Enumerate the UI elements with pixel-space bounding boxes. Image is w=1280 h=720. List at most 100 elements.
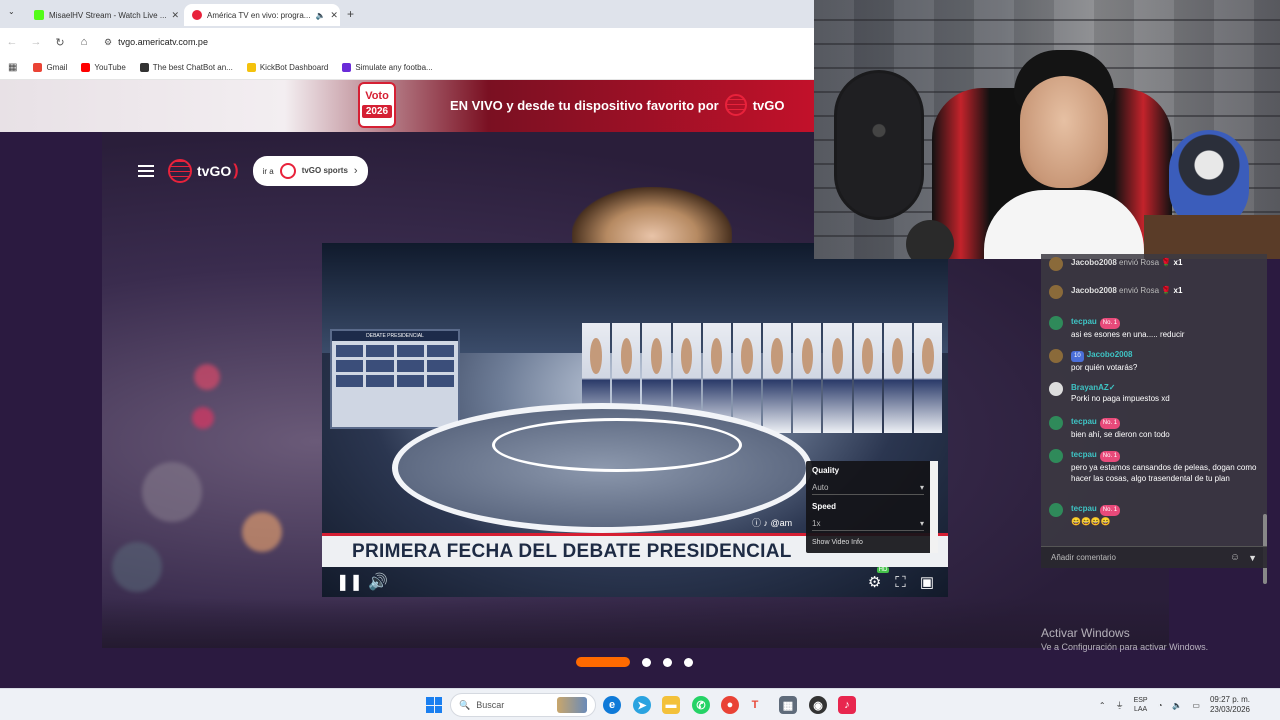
tab-misaelhv[interactable]: MisaelHV Stream - Watch Live ... ✕ [26, 4, 180, 26]
chrome-icon[interactable]: ● [721, 696, 739, 714]
carousel-dot-active[interactable] [576, 657, 630, 667]
rose-icon: 🌹 [1161, 258, 1172, 267]
bookmark-gmail[interactable]: Gmail [33, 63, 67, 72]
tab-americatv[interactable]: América TV en vivo: progra... 🔈 ✕ [184, 4, 340, 26]
typora-icon[interactable]: T [746, 696, 764, 714]
battery-icon[interactable]: ▭ [1192, 701, 1200, 710]
gmail-icon [33, 63, 43, 72]
windows-activation-watermark: Activar Windows Ve a Configuración para … [1041, 626, 1209, 652]
edge-icon[interactable]: e [603, 696, 621, 714]
tvgo-logo[interactable]: tvGO ) [168, 159, 239, 183]
file-explorer-icon[interactable]: ▬ [662, 696, 680, 714]
tvgo-sports-link[interactable]: ir a tvGO sports › [252, 156, 368, 186]
americatv-favicon-icon [192, 10, 202, 20]
voto-2026-badge: Voto 2026 [358, 82, 396, 128]
globe-icon [168, 159, 192, 183]
volume-icon[interactable]: 🔊 [368, 572, 400, 592]
volume-icon[interactable]: 🔈 [1172, 701, 1182, 710]
avatar [1049, 316, 1063, 330]
chatbot-icon [139, 63, 149, 72]
tab-close-icon[interactable]: ✕ [172, 10, 180, 21]
fan-image [834, 70, 924, 220]
emoji-icon[interactable]: ☺ [1230, 552, 1240, 563]
chat-message: Jacobo2008 envió Rosa 🌹 x1 [1049, 285, 1259, 299]
folder-icon [246, 63, 256, 72]
show-video-info-link[interactable]: Show Video Info [812, 539, 863, 546]
telegram-icon[interactable]: ➤ [633, 696, 651, 714]
carousel-dot[interactable] [684, 657, 693, 667]
chat-message: BrayanAZ✓ Porki no paga impuestos xd [1049, 382, 1259, 404]
quality-select[interactable]: Auto [812, 483, 924, 495]
forward-icon[interactable]: → [24, 36, 48, 48]
apps-grid-icon[interactable]: ▦ [8, 62, 17, 73]
fullscreen-icon[interactable]: ⛶ [895, 574, 906, 591]
chevron-right-icon: › [353, 165, 358, 177]
bookmark-youtube[interactable]: YouTube [81, 63, 126, 72]
youtube-icon [81, 63, 91, 72]
site-header: tvGO ) ir a tvGO sports › [138, 156, 368, 186]
windows-start-icon[interactable] [426, 697, 442, 713]
chat-message: Jacobo2008 envió Rosa 🌹 x1 [1049, 257, 1259, 271]
social-handle: ⓘ ♪ @am [752, 518, 793, 528]
avatar [1049, 449, 1063, 463]
calculator-icon[interactable]: ▦ [779, 696, 797, 714]
speaker-icon[interactable]: 🔈 [315, 11, 325, 20]
americatv-globe-icon [724, 94, 747, 116]
chat-message: 10 Jacobo2008 por quién votarás? [1049, 349, 1259, 373]
search-icon: 🔍 [459, 699, 471, 710]
player-controls: ❚❚ 🔊 ⚙ ⛶ ▣ [322, 567, 948, 597]
banner-headline: EN VIVO y desde tu dispositivo favorito … [450, 94, 785, 116]
address-text: tvgo.americatv.com.pe [118, 37, 208, 47]
browser-tabbar: ⌄ MisaelHV Stream - Watch Live ... ✕ Amé… [0, 0, 814, 28]
chat-message: tecpau No. 1 asi es esones en una..... red… [1049, 316, 1259, 340]
bookmark-kickbot[interactable]: KickBot Dashboard [246, 63, 328, 72]
reload-icon[interactable]: ↻ [48, 36, 72, 49]
bookmark-chatbot[interactable]: The best ChatBot an... [139, 63, 233, 72]
settings-gear-icon[interactable]: ⚙ [868, 567, 891, 591]
browser-navbar: ← → ↻ ⌂ ⚙ tvgo.americatv.com.pe [0, 28, 814, 56]
bookmark-simulate[interactable]: Simulate any footba... [342, 63, 433, 72]
chevron-up-icon[interactable]: ⌃ [1099, 701, 1106, 710]
site-info-icon[interactable]: ⚙ [104, 37, 112, 48]
wifi-icon[interactable]: ◔ [1158, 701, 1163, 710]
language-indicator[interactable]: ESP LAA [1134, 696, 1148, 714]
avatar [1049, 503, 1063, 517]
obs-icon[interactable]: ◉ [809, 696, 827, 714]
menu-icon[interactable] [138, 165, 154, 177]
carousel-dot[interactable] [642, 657, 651, 667]
network-icon[interactable]: ⏚ [1116, 700, 1124, 711]
picture-in-picture-icon[interactable]: ▣ [920, 573, 934, 591]
avatar [1049, 416, 1063, 430]
chat-message: tecpau No. 1 bien ahí, se dieron con todo [1049, 416, 1259, 440]
tab-search-icon[interactable]: ⌄ [8, 7, 15, 16]
tab-close-icon[interactable]: ✕ [330, 10, 338, 21]
avatar [1049, 285, 1063, 299]
bookmarks-bar: ▦ Gmail YouTube The best ChatBot an... K… [0, 56, 814, 80]
chat-comment-input[interactable]: Añadir comentario ☺ ▼ [1041, 546, 1267, 568]
carousel-dot[interactable] [663, 657, 672, 667]
simulate-icon [342, 63, 352, 72]
address-bar[interactable]: ⚙ tvgo.americatv.com.pe [104, 37, 208, 48]
kick-favicon-icon [34, 10, 44, 20]
live-chat: Jacobo2008 envió Rosa 🌹 x1 Jacobo2008 en… [1041, 254, 1267, 584]
pause-icon[interactable]: ❚❚ [336, 572, 368, 592]
tab-title: MisaelHV Stream - Watch Live ... [49, 10, 167, 20]
chat-message: tecpau No. 1 😄😄😄😄 [1049, 503, 1259, 527]
debate-schedule-screen: DEBATE PRESIDENCIAL [330, 329, 460, 429]
avatar [1049, 349, 1063, 363]
home-icon[interactable]: ⌂ [72, 36, 96, 48]
globe-icon [279, 163, 296, 179]
back-icon[interactable]: ← [0, 36, 24, 48]
filter-icon[interactable]: ▼ [1248, 553, 1257, 563]
speed-select[interactable]: 1x [812, 519, 924, 531]
whatsapp-icon[interactable]: ✆ [692, 696, 710, 714]
taskbar: 🔍 Buscar e ➤ ▬ ✆ ● T ▦ ◉ ♪ ⌃ ⏚ ESP LAA ◔ … [0, 688, 1280, 720]
tiktok-live-icon[interactable]: ♪ [838, 696, 856, 714]
clock[interactable]: 09:27 p. m. 23/03/2026 [1210, 695, 1250, 715]
rose-icon: 🌹 [1161, 286, 1172, 295]
settings-scrollbar[interactable] [930, 461, 938, 553]
taskbar-search[interactable]: 🔍 Buscar [450, 693, 596, 717]
new-tab-icon[interactable]: + [347, 7, 354, 21]
streamer-image [984, 40, 1144, 259]
top-banner[interactable]: Voto 2026 EN VIVO y desde tu dispositivo… [0, 80, 814, 132]
